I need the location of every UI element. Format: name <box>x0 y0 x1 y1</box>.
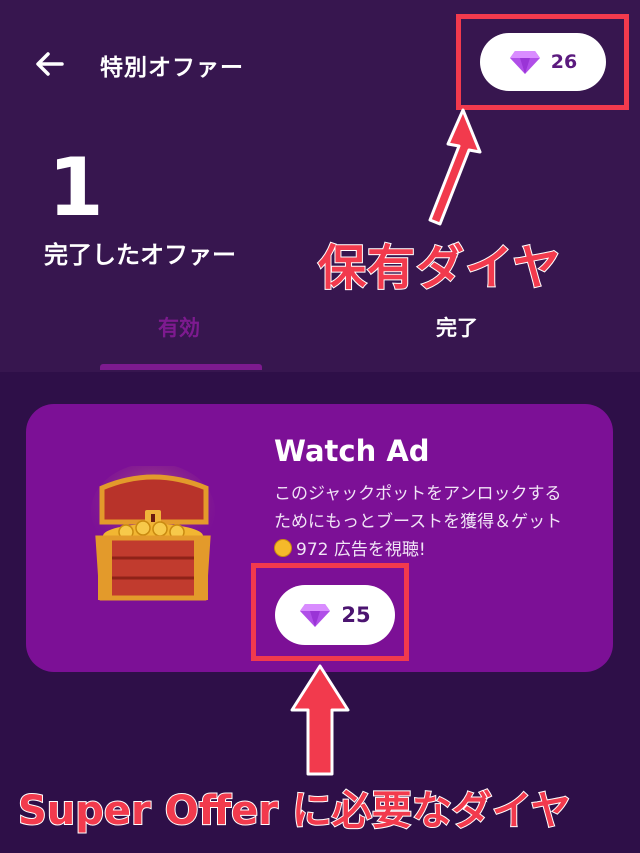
arrow-up-icon <box>428 108 482 226</box>
gem-balance-highlight <box>456 14 629 110</box>
page-title: 特別オファー <box>100 55 244 81</box>
tab-active-indicator <box>100 364 262 370</box>
offer-title: Watch Ad <box>274 434 430 468</box>
coin-icon <box>274 539 292 557</box>
offer-description-line3: 972 広告を視聴! <box>274 536 604 564</box>
back-arrow-icon <box>36 52 64 76</box>
offer-description-line2: ためにもっとブーストを獲得＆ゲット <box>274 512 563 532</box>
offer-cost-highlight <box>251 563 409 661</box>
offer-description: このジャックポットをアンロックする ためにもっとブーストを獲得＆ゲット 972 … <box>274 480 604 564</box>
coin-amount: 972 <box>296 540 329 560</box>
tab-active[interactable]: 有効 <box>158 312 200 342</box>
completed-label: 完了したオファー <box>44 241 236 269</box>
offer-description-line3-text: 広告を視聴! <box>333 540 426 560</box>
offer-description-line1: このジャックポットをアンロックする <box>274 484 562 504</box>
annotation-gem-balance: 保有ダイヤ <box>317 239 562 297</box>
tab-completed[interactable]: 完了 <box>436 312 478 342</box>
completed-count: 1 <box>48 141 104 234</box>
annotation-required-gems: Super Offer に必要なダイヤ <box>17 787 572 835</box>
arrow-up-icon <box>290 664 350 776</box>
back-button[interactable] <box>30 44 70 84</box>
treasure-chest-icon <box>91 466 215 601</box>
